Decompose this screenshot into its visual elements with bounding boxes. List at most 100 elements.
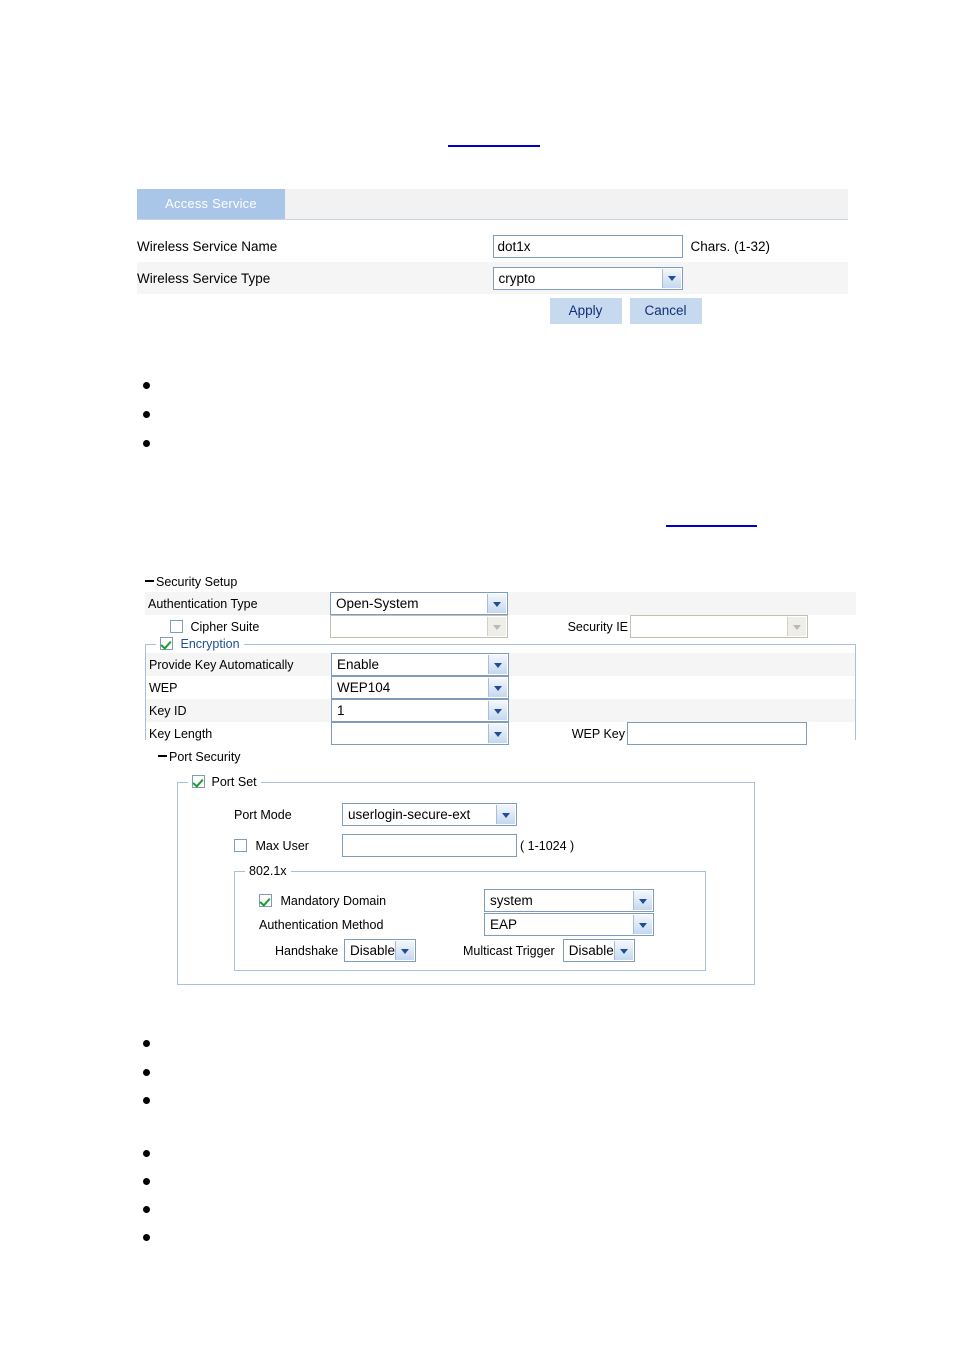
- security-setup-panel: Security Setup Authentication Type Open-…: [145, 575, 856, 745]
- wep-select[interactable]: WEP104: [331, 676, 509, 699]
- max-user-label: Max User: [255, 838, 309, 853]
- key-id-select[interactable]: 1: [331, 699, 509, 722]
- authentication-method-select[interactable]: EAP: [484, 913, 654, 936]
- list-item-bullet: [143, 1234, 150, 1241]
- list-item-bullet: [143, 1069, 150, 1076]
- port-set-checkbox[interactable]: [192, 775, 205, 788]
- chevron-down-icon[interactable]: [496, 805, 515, 824]
- port-security-group-title: Port Security: [158, 750, 758, 764]
- list-item-bullet: [143, 440, 150, 447]
- provide-key-automatically-value: Enable: [337, 657, 380, 672]
- security-ie-select: [630, 615, 808, 638]
- chevron-down-icon[interactable]: [395, 941, 414, 960]
- chevron-down-icon[interactable]: [661, 268, 681, 288]
- list-item-bullet: [143, 382, 150, 389]
- collapse-minus-icon[interactable]: [158, 755, 167, 757]
- wireless-service-type-select[interactable]: crypto: [492, 266, 683, 290]
- chevron-down-icon[interactable]: [488, 655, 507, 674]
- handshake-value: Disable: [350, 943, 396, 958]
- security-ie-label: Security IE: [567, 619, 628, 634]
- max-user-input[interactable]: [342, 834, 517, 857]
- cipher-suite-label: Cipher Suite: [190, 619, 260, 634]
- table-row: Key ID 1: [146, 699, 855, 722]
- mandatory-domain-label-wrap: Mandatory Domain: [259, 892, 484, 910]
- list-item-bullet: [143, 1206, 150, 1213]
- handshake-row: Handshake Disable Multicast Trigger Disa…: [259, 939, 635, 962]
- cipher-suite-select: [330, 615, 508, 638]
- chevron-down-icon[interactable]: [633, 891, 652, 910]
- port-security-panel: Port Security Port Set Port Mode userlog…: [158, 750, 758, 985]
- key-length-cell: [331, 722, 511, 745]
- tab-access-service[interactable]: Access Service: [137, 189, 285, 219]
- spacer: [511, 653, 855, 676]
- wep-key-label: WEP Key: [571, 726, 625, 741]
- chevron-down-icon: [787, 617, 806, 636]
- table-row: Authentication Type Open-System: [145, 592, 856, 615]
- encryption-legend: Encryption: [156, 637, 244, 651]
- multicast-trigger-select[interactable]: Disable: [562, 939, 635, 962]
- wep-cell: WEP104: [331, 676, 511, 699]
- port-security-title-text: Port Security: [169, 750, 241, 764]
- security-setup-title-text: Security Setup: [156, 575, 238, 589]
- port-mode-label: Port Mode: [234, 807, 292, 822]
- multicast-trigger-label: Multicast Trigger: [463, 943, 555, 958]
- max-user-row: Max User ( 1-1024 ): [234, 834, 574, 857]
- cipher-suite-cell: Cipher Suite: [145, 615, 330, 638]
- dot1x-fieldset: 802.1x Mandatory Domain system Authentic…: [234, 864, 706, 971]
- max-user-checkbox[interactable]: [234, 838, 247, 852]
- handshake-label: Handshake: [275, 943, 339, 958]
- collapse-minus-icon[interactable]: [145, 580, 154, 582]
- key-length-label: Key Length: [149, 726, 213, 741]
- provide-key-automatically-label: Provide Key Automatically: [149, 657, 294, 672]
- security-setup-group-title: Security Setup: [145, 575, 856, 589]
- cancel-button[interactable]: Cancel: [629, 298, 702, 324]
- table-row: Cipher Suite Security IE: [145, 615, 856, 638]
- tabstrip: Access Service: [137, 189, 848, 220]
- chevron-down-icon[interactable]: [487, 594, 506, 613]
- authentication-type-select[interactable]: Open-System: [330, 592, 508, 615]
- wep-value: WEP104: [337, 680, 391, 695]
- authentication-method-row: Authentication Method EAP: [259, 913, 654, 936]
- wep-key-input[interactable]: [627, 722, 807, 745]
- mandatory-domain-checkbox[interactable]: [259, 893, 272, 907]
- list-item-bullet: [143, 1040, 150, 1047]
- wireless-service-type-cell: crypto: [492, 262, 849, 294]
- wireless-service-name-input[interactable]: [492, 234, 683, 258]
- key-id-label: Key ID: [149, 703, 187, 718]
- cross-reference-link-2[interactable]: [666, 525, 757, 527]
- authentication-type-value: Open-System: [336, 596, 419, 611]
- key-length-select[interactable]: [331, 722, 509, 745]
- wep-key-cell: WEP Key: [511, 722, 855, 745]
- apply-button[interactable]: Apply: [549, 298, 622, 324]
- encryption-table: Provide Key Automatically Enable WEP WEP…: [146, 653, 855, 745]
- authentication-type-label: Authentication Type: [148, 596, 258, 611]
- cross-reference-link-1[interactable]: [448, 145, 540, 147]
- wireless-service-name-hint: Chars. (1-32): [690, 238, 771, 254]
- spacer: [511, 676, 855, 699]
- table-row: Wireless Service Name Chars. (1-32): [137, 230, 848, 262]
- encryption-checkbox[interactable]: [160, 637, 173, 650]
- table-row: Key Length WEP Key: [146, 722, 855, 745]
- spacer: [137, 220, 848, 230]
- cipher-suite-checkbox[interactable]: [170, 619, 183, 633]
- chevron-down-icon[interactable]: [613, 941, 633, 960]
- provide-key-automatically-select[interactable]: Enable: [331, 653, 509, 676]
- mandatory-domain-value: system: [490, 893, 533, 908]
- port-set-legend-text: Port Set: [211, 775, 257, 789]
- handshake-select[interactable]: Disable: [344, 939, 416, 962]
- table-row: WEP WEP104: [146, 676, 855, 699]
- authentication-method-label: Authentication Method: [259, 917, 384, 932]
- chevron-down-icon[interactable]: [488, 678, 507, 697]
- port-mode-select[interactable]: userlogin-secure-ext: [342, 803, 517, 826]
- mandatory-domain-select[interactable]: system: [484, 889, 654, 912]
- multicast-trigger-value: Disable: [568, 943, 614, 958]
- wep-label: WEP: [149, 680, 178, 695]
- max-user-hint: ( 1-1024 ): [520, 838, 575, 853]
- chevron-down-icon: [487, 617, 506, 636]
- chevron-down-icon[interactable]: [633, 915, 652, 934]
- encryption-legend-text: Encryption: [180, 637, 240, 651]
- form-actions: Apply Cancel: [493, 294, 849, 330]
- provide-key-automatically-cell: Enable: [331, 653, 511, 676]
- chevron-down-icon[interactable]: [488, 701, 507, 720]
- chevron-down-icon[interactable]: [488, 724, 507, 743]
